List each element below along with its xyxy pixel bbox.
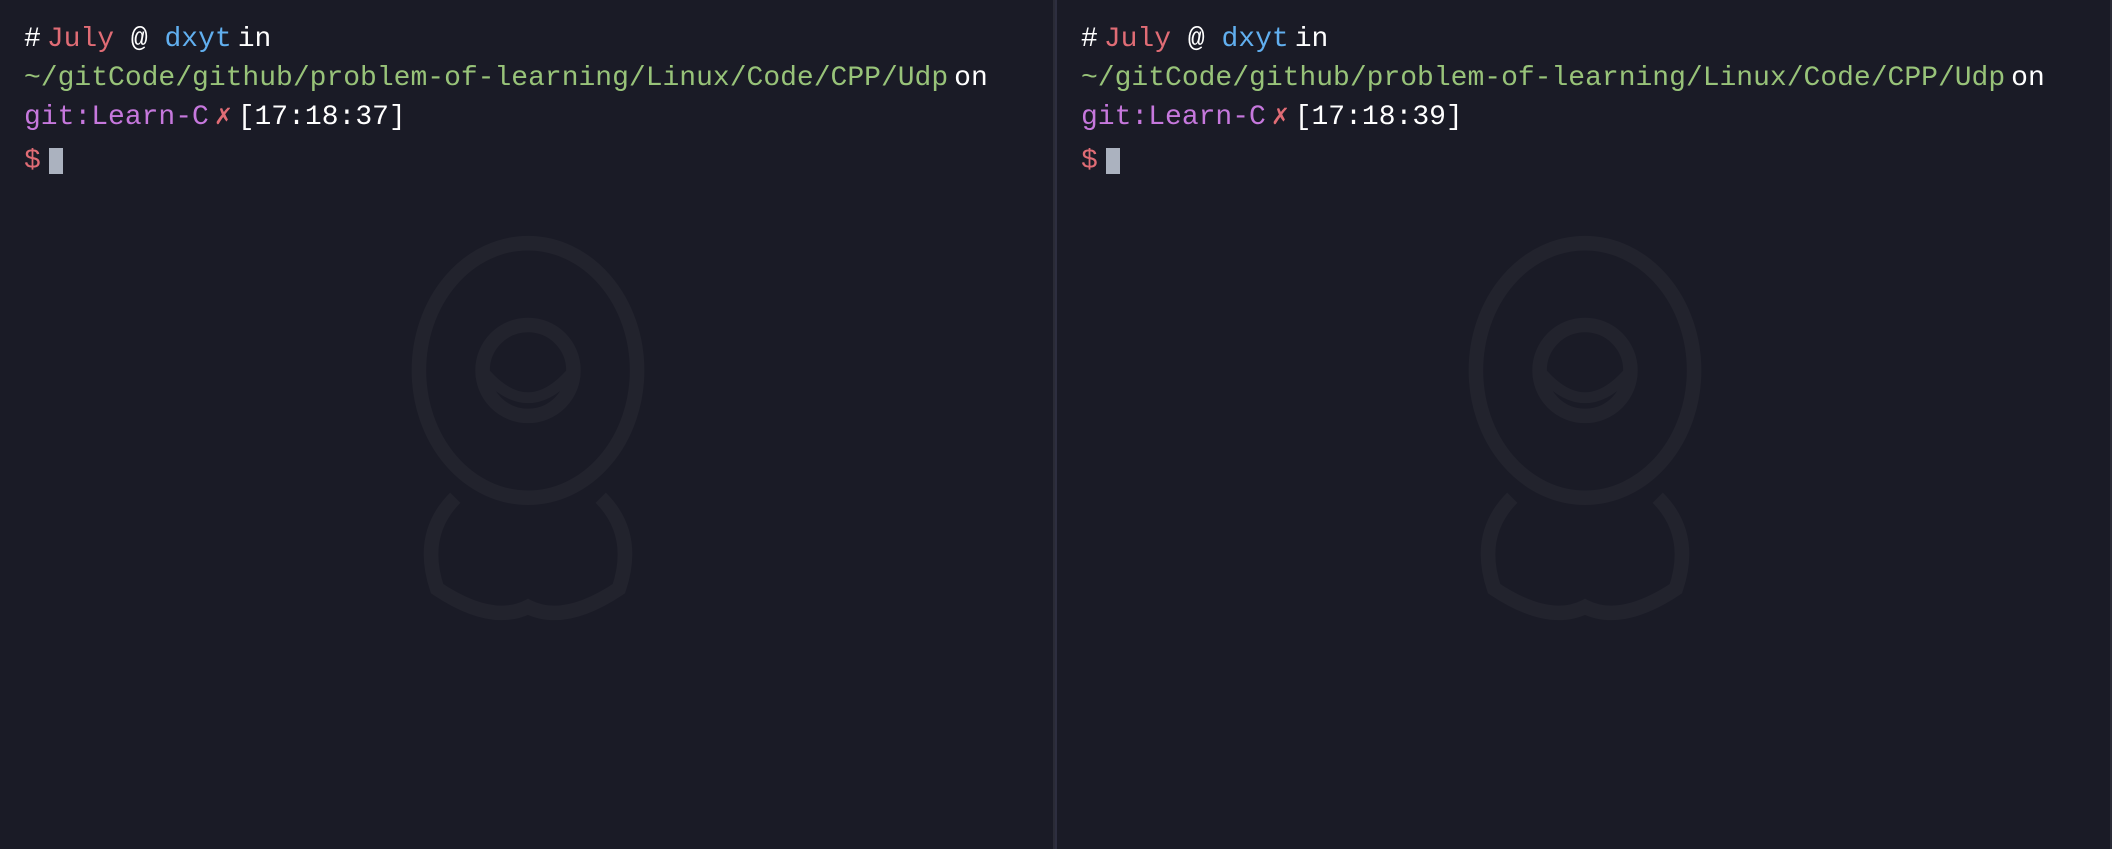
hostname-left: dxyt (164, 20, 231, 59)
path-right: ~/gitCode/github/problem-of-learning/Lin… (1081, 59, 2005, 98)
space-right (1205, 20, 1222, 59)
x-right: ✗ (1272, 98, 1289, 137)
hash-left: # (24, 20, 41, 59)
on-left: on (954, 59, 988, 98)
terminal-container: # July @ dxyt in ~/gitCode/github/proble… (0, 0, 2112, 849)
at-left (114, 20, 131, 59)
path-left: ~/gitCode/github/problem-of-learning/Lin… (24, 59, 948, 98)
username-left: July (47, 20, 114, 59)
x-left: ✗ (215, 98, 232, 137)
time-left: [17:18:37] (238, 98, 406, 137)
branch-right: Learn-C (1148, 98, 1266, 137)
prompt-line-right: # July @ dxyt in ~/gitCode/github/proble… (1081, 20, 2088, 138)
in-left: in (238, 20, 272, 59)
git-label-left: git: (24, 98, 91, 137)
git-label-right: git: (1081, 98, 1148, 137)
watermark-right (1385, 225, 1785, 625)
on-right: on (2011, 59, 2045, 98)
watermark-left (328, 225, 728, 625)
dollar-left: $ (24, 142, 41, 181)
branch-left: Learn-C (91, 98, 209, 137)
prompt-line-left: # July @ dxyt in ~/gitCode/github/proble… (24, 20, 1031, 138)
in-right: in (1295, 20, 1329, 59)
cursor-left (49, 148, 63, 174)
username-right: July (1104, 20, 1171, 59)
terminal-pane-left[interactable]: # July @ dxyt in ~/gitCode/github/proble… (0, 0, 1055, 849)
dollar-line-right[interactable]: $ (1081, 142, 2088, 181)
hash-right: # (1081, 20, 1098, 59)
dollar-right: $ (1081, 142, 1098, 181)
dollar-line-left[interactable]: $ (24, 142, 1031, 181)
space-left (148, 20, 165, 59)
terminal-pane-right[interactable]: # July @ dxyt in ~/gitCode/github/proble… (1057, 0, 2112, 849)
at-symbol-left: @ (131, 20, 148, 59)
time-right: [17:18:39] (1295, 98, 1463, 137)
at-right (1171, 20, 1188, 59)
at-symbol-right: @ (1188, 20, 1205, 59)
hostname-right: dxyt (1221, 20, 1288, 59)
cursor-right (1106, 148, 1120, 174)
